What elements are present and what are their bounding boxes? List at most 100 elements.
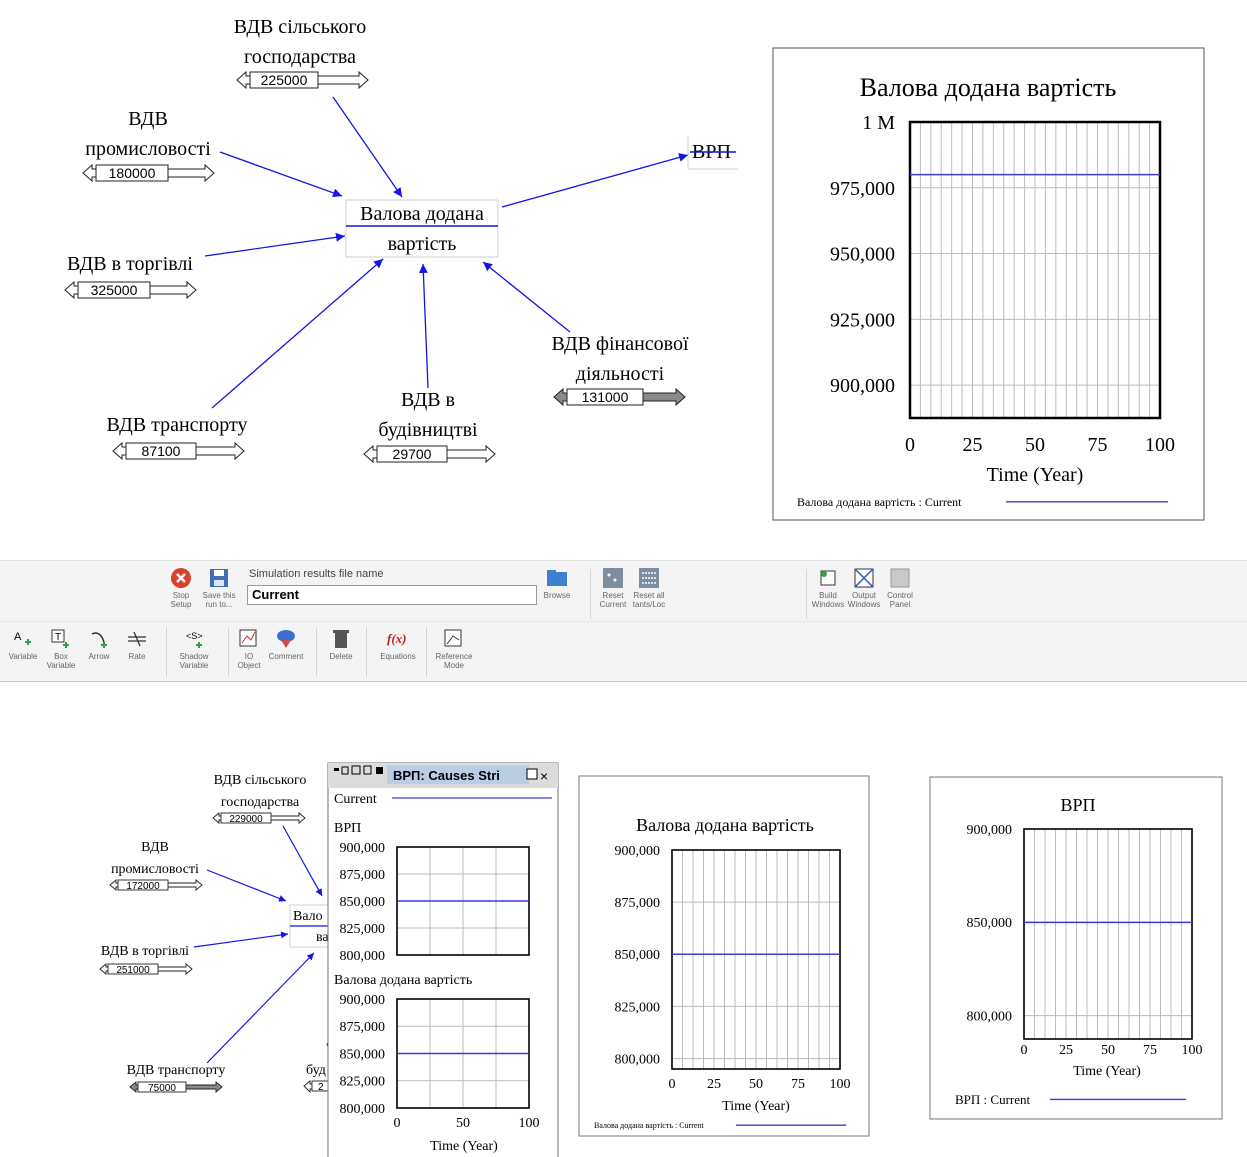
central-variable-2[interactable]: Вало ва bbox=[289, 904, 333, 948]
input-build-2-partial-label: буд bbox=[306, 1063, 326, 1078]
svg-text:<S>: <S> bbox=[186, 631, 203, 641]
input-trade-2[interactable]: ВДВ в торгівлі 251000 bbox=[99, 944, 193, 976]
chart-bottom-right-window[interactable]: ВРП 900,000 850,000 800,000 0 25 50 75 100 Time (… bbox=[929, 776, 1223, 1120]
slider-trans-2[interactable]: 75000 bbox=[129, 1081, 223, 1094]
maximize-icon[interactable] bbox=[526, 768, 538, 780]
stop-setup-button[interactable]: Stop Setup bbox=[164, 567, 198, 609]
x-tick-label: 100 bbox=[519, 1116, 540, 1131]
reset-current-button[interactable]: Reset Current bbox=[597, 567, 629, 609]
x-tick-label: 75 bbox=[1143, 1043, 1157, 1058]
central-2-label-1: Вало bbox=[293, 909, 323, 924]
variable-tool[interactable]: A Variable bbox=[8, 628, 38, 661]
arrow-agri[interactable] bbox=[332, 96, 403, 198]
control-panel-button[interactable]: Control Panel bbox=[882, 567, 918, 609]
arrow-trans-2[interactable] bbox=[206, 952, 315, 1064]
comment-tool[interactable]: Comment bbox=[266, 628, 306, 661]
input-fin-label-1: ВДВ фінансової bbox=[551, 333, 689, 355]
input-trans-2[interactable]: ВДВ транспорту 75000 bbox=[127, 1063, 226, 1094]
input-fin[interactable]: ВДВ фінансової діяльності 131000 bbox=[551, 333, 689, 407]
delete-label: Delete bbox=[329, 652, 353, 661]
equations-tool[interactable]: f(x) Equations bbox=[376, 628, 420, 661]
delete-tool[interactable]: Delete bbox=[326, 628, 356, 661]
slider-agri-2-value: 229000 bbox=[229, 814, 263, 825]
reset-all-button[interactable]: Reset all tants/Loc bbox=[631, 567, 667, 609]
browse-button[interactable]: Browse bbox=[540, 567, 574, 600]
rate-icon bbox=[126, 628, 148, 650]
arrow-out[interactable] bbox=[501, 153, 689, 208]
build-windows-button[interactable]: Build Windows bbox=[810, 567, 846, 609]
reference-mode-tool[interactable]: Reference Mode bbox=[434, 628, 474, 670]
arrow-ind-2[interactable] bbox=[206, 869, 287, 902]
x-tick-label: 50 bbox=[456, 1116, 470, 1131]
minimize-icon[interactable] bbox=[334, 768, 339, 771]
x-tick-label: 75 bbox=[1088, 434, 1108, 456]
slider-trans-value: 87100 bbox=[142, 443, 181, 459]
io-object-icon bbox=[238, 628, 260, 650]
x-axis-label: Time (Year) bbox=[987, 464, 1084, 486]
input-agri-2[interactable]: ВДВ сільського господарства 229000 bbox=[212, 773, 306, 825]
shadow-variable-tool[interactable]: <S> Shadow Variable bbox=[174, 628, 214, 670]
output-windows-button[interactable]: Output Windows bbox=[846, 567, 882, 609]
save-run-button[interactable]: Save this run to... bbox=[200, 567, 238, 609]
box-variable-tool[interactable]: T Box Variable bbox=[46, 628, 76, 670]
slider-fin[interactable]: 131000 bbox=[553, 387, 686, 407]
y-tick-label: 850,000 bbox=[340, 895, 386, 910]
central-variable[interactable]: Валова додана вартість bbox=[345, 199, 499, 258]
arrow-ind[interactable] bbox=[219, 151, 343, 198]
slider-trade[interactable]: 325000 bbox=[64, 280, 197, 300]
chart-top-window[interactable]: Валова додана вартість 1 M 975,000 950,000 9… bbox=[772, 47, 1205, 521]
slider-fin-value: 131000 bbox=[582, 389, 629, 405]
y-tick-label: 900,000 bbox=[615, 844, 661, 859]
close-icon[interactable]: × bbox=[540, 768, 548, 784]
input-ind[interactable]: ВДВ промисловості 180000 bbox=[82, 108, 215, 183]
input-ind-label-2: промисловості bbox=[85, 138, 211, 160]
x-tick-label: 0 bbox=[905, 434, 915, 456]
slider-trans[interactable]: 87100 bbox=[112, 441, 245, 461]
slider-trans-2-value: 75000 bbox=[148, 1083, 176, 1094]
x-tick-label: 100 bbox=[1145, 434, 1175, 456]
input-build[interactable]: ВДВ в будівництві 29700 bbox=[363, 389, 496, 464]
y-tick-label: 825,000 bbox=[340, 922, 386, 937]
slider-trade-2[interactable]: 251000 bbox=[99, 963, 193, 976]
arrow-trade[interactable] bbox=[204, 232, 346, 257]
slider-build[interactable]: 29700 bbox=[363, 444, 496, 464]
input-trans-2-label: ВДВ транспорту bbox=[127, 1063, 226, 1078]
variable-icon: A bbox=[12, 628, 34, 650]
slider-agri[interactable]: 225000 bbox=[236, 70, 369, 90]
reference-mode-label: Reference Mode bbox=[435, 652, 473, 670]
causes-strip-window[interactable]: ВРП: Causes Stri × Current ВРП 900,000 87… bbox=[327, 762, 559, 1157]
arrow-agri-2[interactable] bbox=[282, 825, 323, 897]
input-trans[interactable]: ВДВ транспорту 87100 bbox=[107, 414, 248, 461]
arrow-trade-2[interactable] bbox=[193, 931, 289, 948]
input-build-2-partial[interactable]: ' буд 2 bbox=[303, 1041, 331, 1094]
slider-ind[interactable]: 180000 bbox=[82, 163, 215, 183]
x-tick-label: 25 bbox=[963, 434, 983, 456]
simfile-input[interactable]: Current bbox=[247, 585, 537, 605]
y-tick-label: 800,000 bbox=[967, 1010, 1013, 1025]
panel1-title: ВРП bbox=[334, 821, 361, 836]
input-ind-2[interactable]: ВДВ промисловості 172000 bbox=[109, 840, 203, 892]
y-tick-label: 825,000 bbox=[340, 1075, 386, 1090]
io-object-tool[interactable]: IO Object bbox=[234, 628, 264, 670]
legend-label: Валова додана вартість : Current bbox=[797, 495, 962, 509]
arrow-trans[interactable] bbox=[211, 258, 384, 409]
save-icon[interactable] bbox=[376, 767, 383, 774]
input-agri[interactable]: ВДВ сільського господарства 225000 bbox=[234, 16, 369, 90]
chart-bottom-mid-window[interactable]: Валова додана вартість 900,000 875,000 850,… bbox=[578, 775, 870, 1137]
input-trade-2-label: ВДВ в торгівлі bbox=[101, 944, 189, 959]
box-variable-icon: T bbox=[50, 628, 72, 650]
rate-tool[interactable]: Rate bbox=[122, 628, 152, 661]
central-label-1: Валова додана bbox=[360, 203, 484, 225]
y-tick-label: 900,000 bbox=[340, 993, 386, 1008]
input-trade[interactable]: ВДВ в торгівлі 325000 bbox=[64, 253, 197, 300]
y-tick-label: 900,000 bbox=[967, 823, 1013, 838]
arrow-fin[interactable] bbox=[482, 261, 571, 333]
arrow-tool[interactable]: Arrow bbox=[84, 628, 114, 661]
legend-label: Валова додана вартість : Current bbox=[594, 1121, 704, 1130]
arrow-build[interactable] bbox=[418, 263, 429, 389]
grp-variable[interactable]: ВРП bbox=[687, 137, 738, 170]
slider-agri-2[interactable]: 229000 bbox=[212, 812, 306, 825]
reset-current-icon bbox=[602, 567, 624, 589]
slider-ind-2[interactable]: 172000 bbox=[109, 879, 203, 892]
central-label-2: вартість bbox=[388, 233, 457, 255]
